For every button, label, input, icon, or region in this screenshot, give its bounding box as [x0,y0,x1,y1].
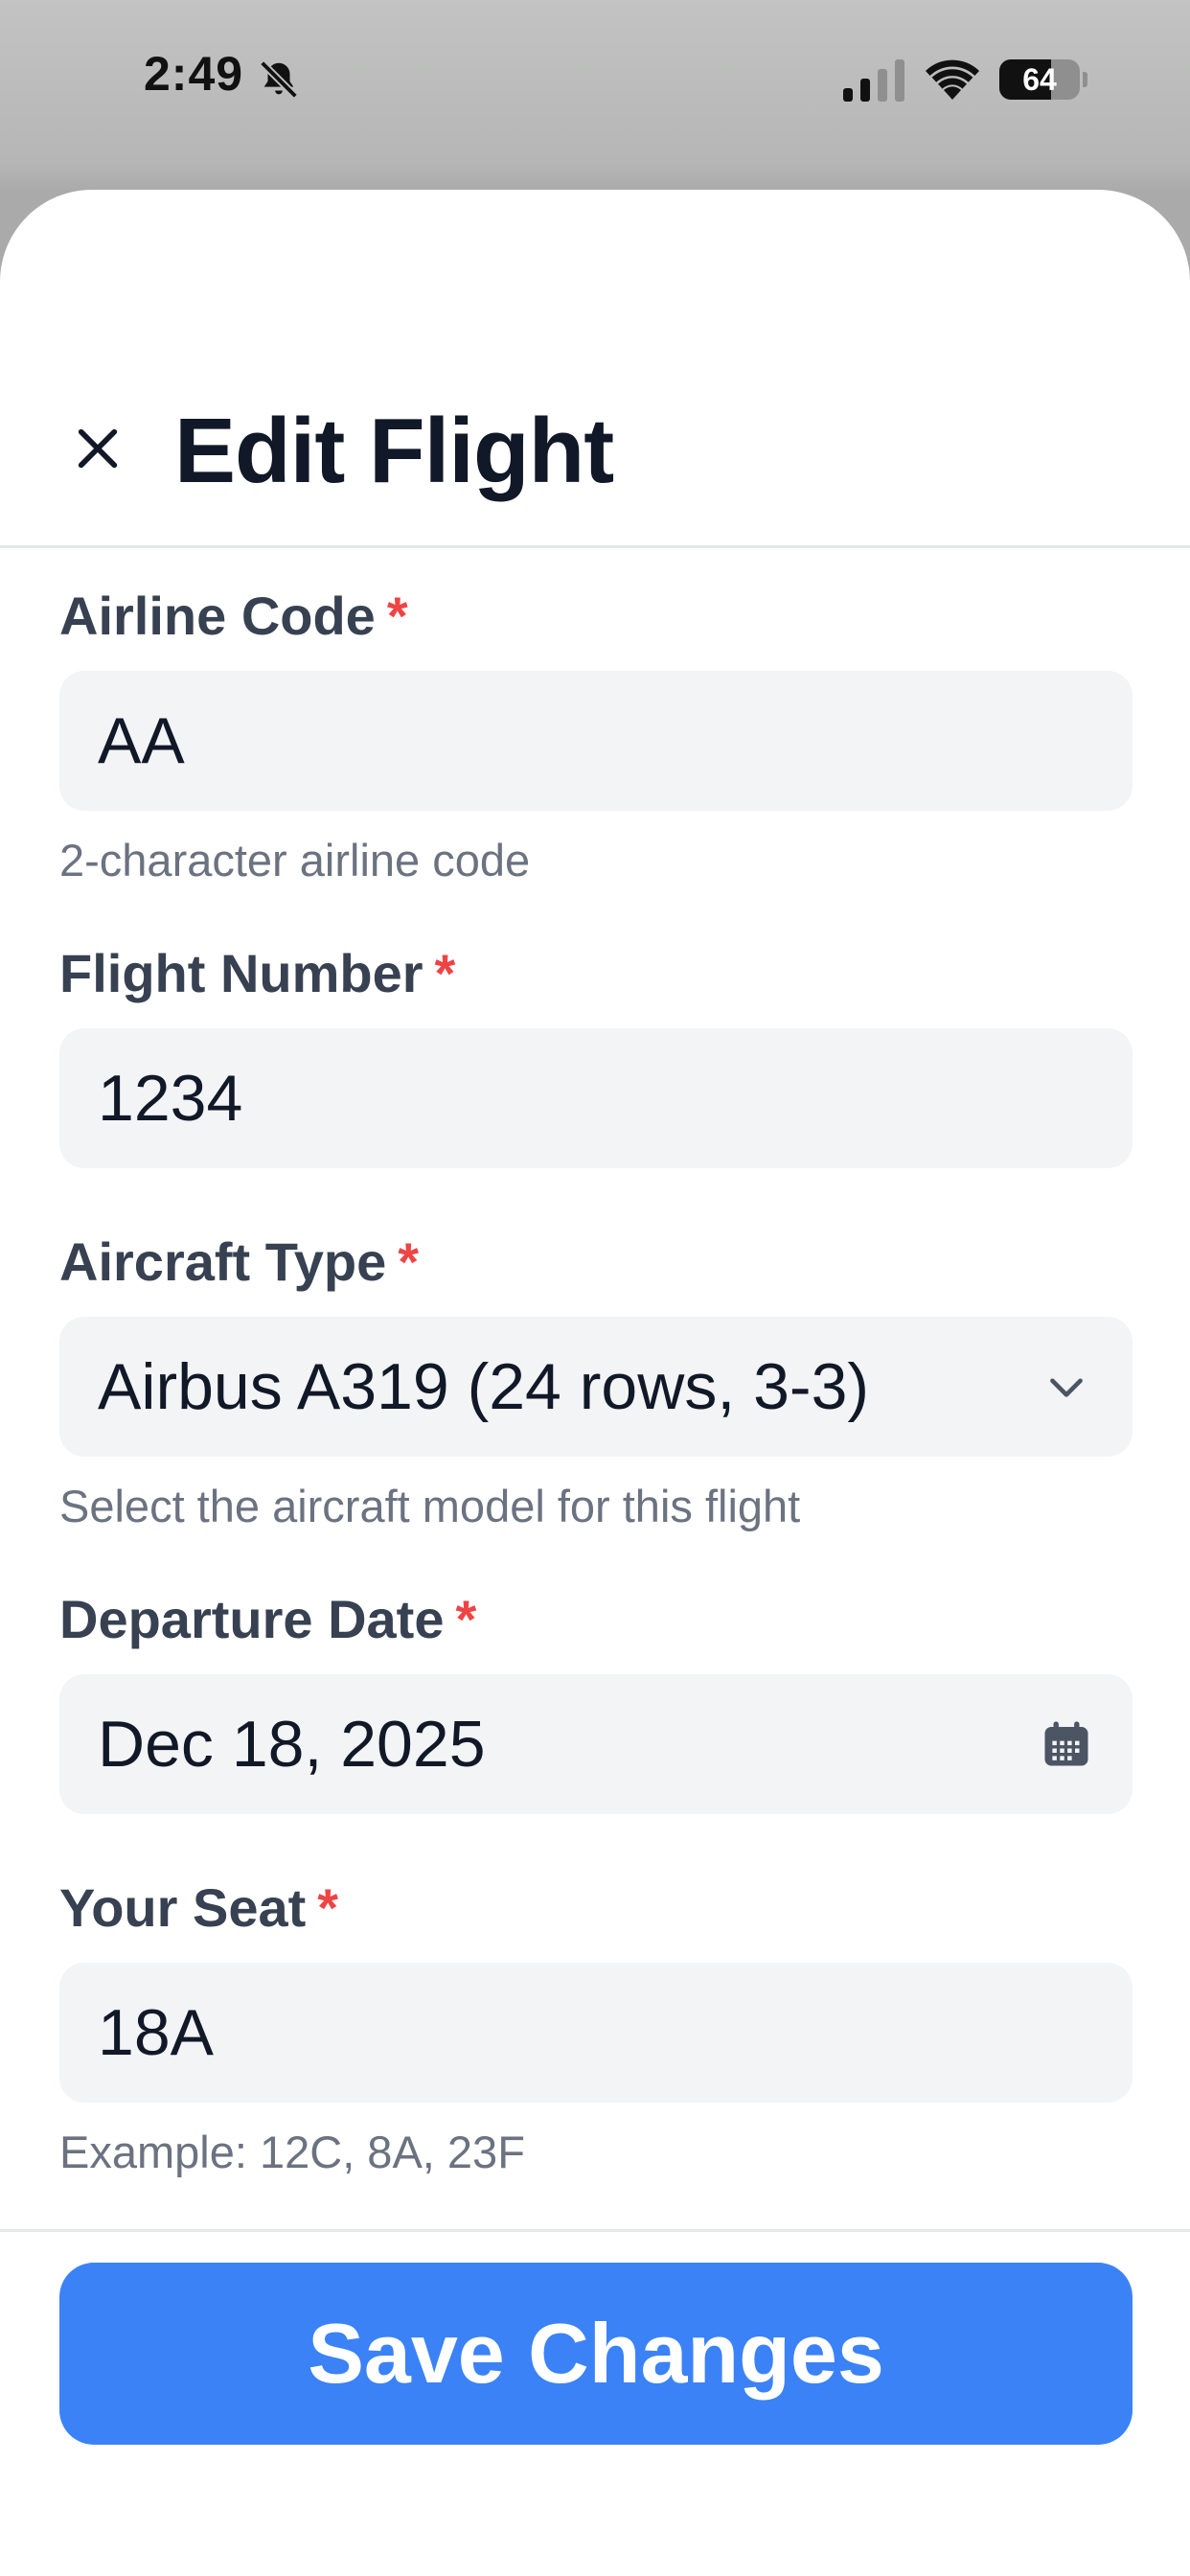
battery-icon: 64 [999,59,1087,100]
flight-number-input[interactable] [59,1028,1133,1168]
departure-date-input[interactable]: Dec 18, 2025 [59,1674,1133,1814]
aircraft-type-field: Aircraft Type * Airbus A319 (24 rows, 3-3… [59,1229,1133,1545]
required-mark: * [398,1231,420,1292]
close-button[interactable] [59,410,136,487]
airline-code-helper: 2-character airline code [59,835,531,886]
bell-slash-icon [260,60,298,99]
your-seat-label: Your Seat * [59,1877,339,1938]
wifi-icon [926,59,979,100]
calendar-icon[interactable] [1041,1718,1092,1770]
page-title: Edit Flight [174,400,614,502]
required-mark: * [386,586,408,646]
save-changes-button[interactable]: Save Changes [59,2263,1133,2445]
airline-code-input[interactable] [59,671,1133,811]
aircraft-type-label: Aircraft Type * [59,1231,420,1292]
aircraft-type-selected: Airbus A319 (24 rows, 3-3) [98,1350,870,1423]
your-seat-input[interactable] [59,1963,1133,2103]
close-icon [78,428,118,469]
airline-code-label: Airline Code * [59,586,408,646]
your-seat-helper: Example: 12C, 8A, 23F [59,2127,525,2177]
chevron-down-icon [1050,1378,1083,1397]
departure-date-value: Dec 18, 2025 [98,1708,486,1781]
required-mark: * [317,1877,339,1938]
sheet-header: Edit Flight [0,190,1190,548]
status-bar: 2:49 64 [0,0,1190,163]
battery-level: 64 [1022,62,1057,97]
edit-flight-sheet: Edit Flight Airline Code* 2-character ai… [0,190,1190,2576]
aircraft-type-select[interactable]: Airbus A319 (24 rows, 3-3) [59,1317,1133,1457]
sheet-footer: Save Changes [0,2229,1190,2576]
your-seat-field: Your Seat* Example: 12C, 8A, 23F [59,1874,1133,2191]
flight-number-field: Flight Number * [59,940,1133,1170]
flight-number-label: Flight Number * [59,943,456,1003]
airline-code-field: Airline Code* 2-character airline code [59,583,1133,899]
required-mark: * [455,1589,477,1649]
aircraft-type-helper: Select the aircraft model for this fligh… [59,1481,801,1531]
departure-date-label: Departure Date * [59,1589,477,1649]
cellular-signal-icon [843,59,904,102]
departure-date-field: Departure Date * Dec 18, 2025 [59,1586,1133,1816]
status-time: 2:49 [144,47,244,101]
required-mark: * [434,943,456,1003]
